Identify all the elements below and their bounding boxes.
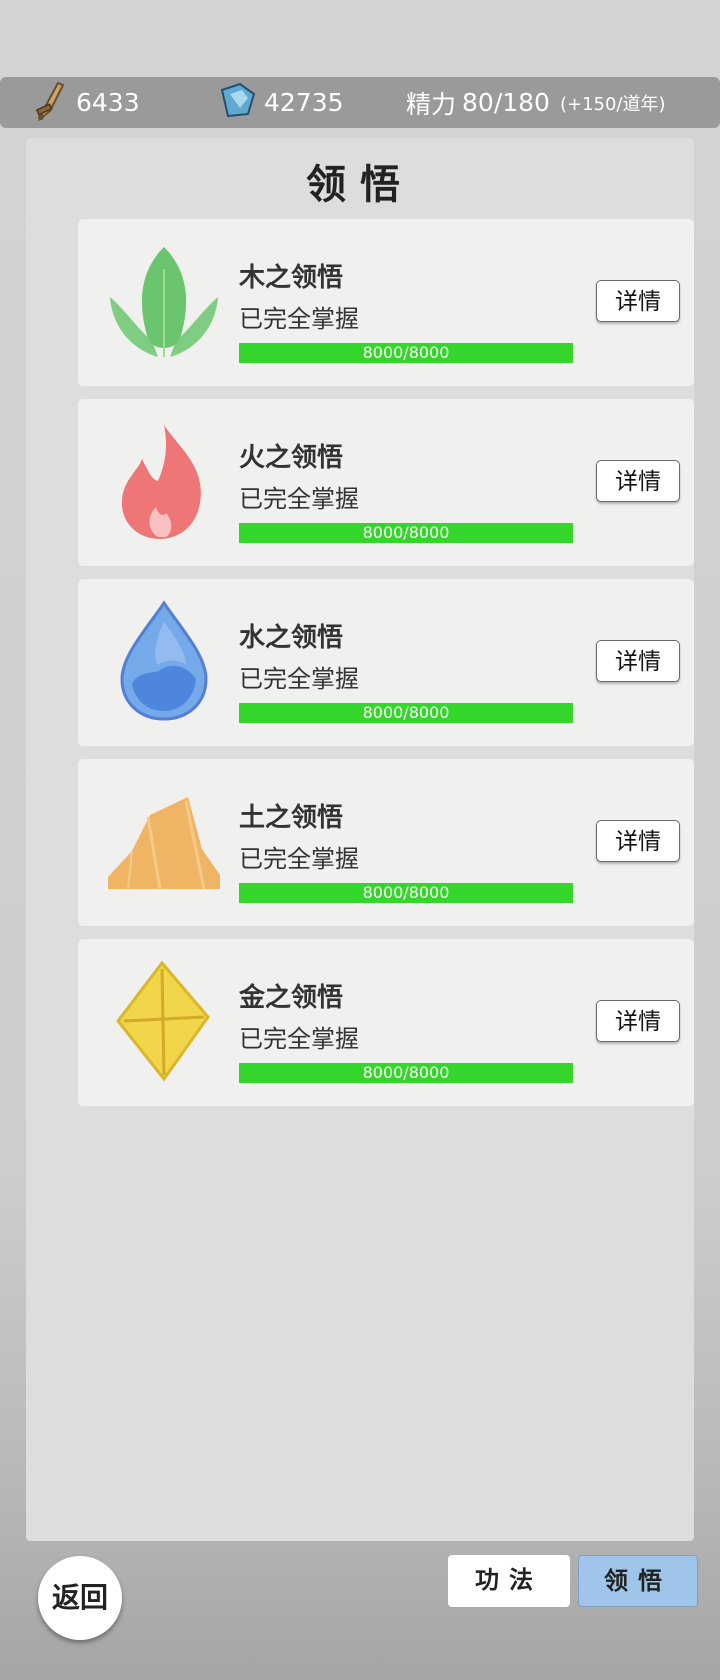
- sword-icon: [34, 79, 68, 127]
- comprehension-panel: 领悟 木之领悟 已完全掌握 8000/8000 详情 火之领悟 已完全掌握 80…: [26, 138, 694, 1541]
- crystal-icon: [218, 82, 256, 124]
- crystal-resource: 42735: [218, 77, 344, 128]
- energy-value: 80/180: [462, 88, 550, 117]
- progress-bar: 8000/8000: [239, 343, 573, 363]
- progress-text: 8000/8000: [362, 523, 450, 542]
- card-fire: 火之领悟 已完全掌握 8000/8000 详情: [78, 399, 694, 566]
- resource-bar: 6433 42735 精力 80/180 (+150/道年): [0, 77, 720, 128]
- card-status: 已完全掌握: [239, 485, 359, 513]
- card-name: 水之领悟: [239, 623, 344, 653]
- progress-text: 8000/8000: [362, 1063, 450, 1082]
- card-name: 金之领悟: [239, 983, 344, 1013]
- details-button[interactable]: 详情: [596, 820, 680, 862]
- progress-bar: 8000/8000: [239, 523, 573, 543]
- progress-bar: 8000/8000: [239, 1063, 573, 1083]
- diamond-icon: [102, 959, 226, 1083]
- leaf-icon: [102, 239, 226, 363]
- card-status: 已完全掌握: [239, 1025, 359, 1053]
- card-name: 火之领悟: [239, 443, 344, 473]
- sword-resource: 6433: [34, 77, 140, 128]
- card-status: 已完全掌握: [239, 845, 359, 873]
- card-wood: 木之领悟 已完全掌握 8000/8000 详情: [78, 219, 694, 386]
- back-button[interactable]: 返回: [38, 1556, 122, 1640]
- flame-icon: [102, 419, 226, 543]
- card-water: 水之领悟 已完全掌握 8000/8000 详情: [78, 579, 694, 746]
- details-button[interactable]: 详情: [596, 1000, 680, 1042]
- progress-text: 8000/8000: [362, 343, 450, 362]
- card-name: 土之领悟: [239, 803, 344, 833]
- card-earth: 土之领悟 已完全掌握 8000/8000 详情: [78, 759, 694, 926]
- energy-label: 精力: [406, 89, 457, 119]
- sword-value: 6433: [76, 88, 140, 117]
- progress-text: 8000/8000: [362, 703, 450, 722]
- card-status: 已完全掌握: [239, 305, 359, 333]
- mountain-icon: [102, 779, 226, 903]
- details-button[interactable]: 详情: [596, 460, 680, 502]
- progress-bar: 8000/8000: [239, 883, 573, 903]
- details-button[interactable]: 详情: [596, 280, 680, 322]
- water-drop-icon: [102, 599, 226, 723]
- tab-techniques[interactable]: 功法: [448, 1555, 570, 1607]
- details-button[interactable]: 详情: [596, 640, 680, 682]
- progress-bar: 8000/8000: [239, 703, 573, 723]
- crystal-value: 42735: [264, 88, 344, 117]
- card-name: 木之领悟: [239, 263, 344, 293]
- energy-resource: 精力 80/180 (+150/道年): [406, 77, 666, 128]
- panel-title: 领悟: [306, 161, 414, 208]
- card-metal: 金之领悟 已完全掌握 8000/8000 详情: [78, 939, 694, 1106]
- tab-comprehension[interactable]: 领悟: [578, 1555, 698, 1607]
- energy-regen: (+150/道年): [559, 93, 666, 115]
- card-status: 已完全掌握: [239, 665, 359, 693]
- progress-text: 8000/8000: [362, 883, 450, 902]
